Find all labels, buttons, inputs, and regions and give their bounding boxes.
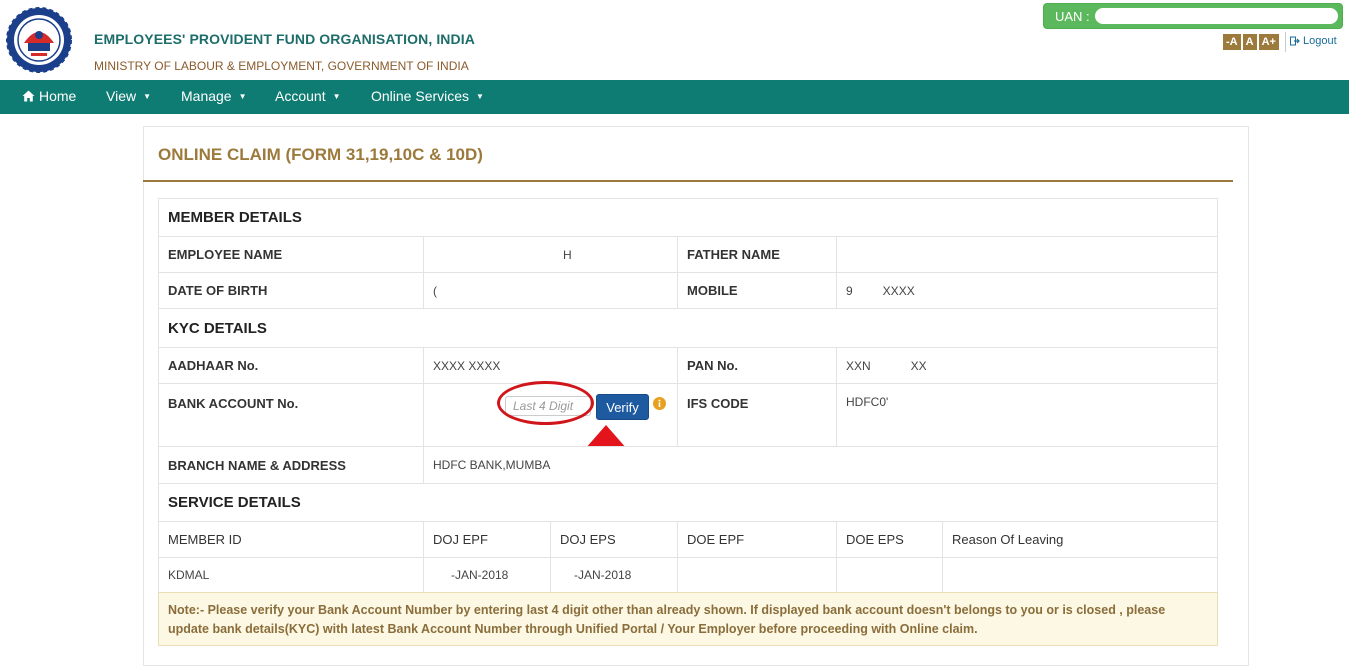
bank-account-last4-input[interactable] xyxy=(505,396,591,416)
row-reason-of-leaving xyxy=(942,557,1218,593)
chevron-down-icon: ▼ xyxy=(238,91,247,101)
col-doj-eps: DOJ EPS xyxy=(550,521,678,558)
ifs-code-label: IFS CODE xyxy=(677,383,837,447)
nav-online-services-label: Online Services xyxy=(371,88,470,104)
logout-link[interactable]: Logout xyxy=(1290,35,1337,47)
dob-value: ( xyxy=(423,272,678,309)
col-doj-epf: DOJ EPF xyxy=(423,521,551,558)
home-icon xyxy=(22,90,35,102)
divider xyxy=(1285,32,1286,52)
employee-name-label: EMPLOYEE NAME xyxy=(158,236,424,273)
aadhaar-label: AADHAAR No. xyxy=(158,347,424,384)
row-doe-eps xyxy=(836,557,943,593)
nav-online-services[interactable]: Online Services ▼ xyxy=(371,88,484,104)
uan-badge: UAN : xyxy=(1043,3,1343,29)
row-doj-epf: -JAN-2018 xyxy=(423,557,551,593)
nav-account[interactable]: Account ▼ xyxy=(275,88,341,104)
pan-value: XXN XX xyxy=(836,347,1218,384)
kyc-details-heading: KYC DETAILS xyxy=(158,308,1218,348)
dob-label: DATE OF BIRTH xyxy=(158,272,424,309)
org-title: EMPLOYEES' PROVIDENT FUND ORGANISATION, … xyxy=(94,31,475,47)
nav-manage[interactable]: Manage ▼ xyxy=(181,88,247,104)
col-doe-epf: DOE EPF xyxy=(677,521,837,558)
org-subtitle: MINISTRY OF LABOUR & EMPLOYMENT, GOVERNM… xyxy=(94,59,469,73)
font-size-controls: -A A A+ xyxy=(1223,34,1279,50)
mobile-value: 9 XXXX xyxy=(836,272,1218,309)
mobile-label: MOBILE xyxy=(677,272,837,309)
service-details-heading: SERVICE DETAILS xyxy=(158,483,1218,522)
aadhaar-value: XXXX XXXX xyxy=(423,347,678,384)
verify-button[interactable]: Verify xyxy=(596,394,649,420)
info-icon[interactable] xyxy=(653,397,666,410)
font-normal-button[interactable]: A xyxy=(1242,34,1257,50)
nav-home[interactable]: Home xyxy=(22,88,76,104)
logout-label: Logout xyxy=(1303,35,1337,47)
col-member-id: MEMBER ID xyxy=(158,521,424,558)
row-doj-eps: -JAN-2018 xyxy=(550,557,678,593)
font-decrease-button[interactable]: -A xyxy=(1223,34,1241,50)
font-increase-button[interactable]: A+ xyxy=(1258,34,1279,50)
row-doe-epf xyxy=(677,557,837,593)
title-divider xyxy=(143,180,1233,182)
uan-value-redacted xyxy=(1095,8,1338,24)
row-member-id: KDMAL xyxy=(158,557,424,593)
pan-label: PAN No. xyxy=(677,347,837,384)
nav-view-label: View xyxy=(106,88,137,104)
employee-name-value: H xyxy=(423,236,678,273)
epfo-logo xyxy=(6,7,72,73)
nav-view[interactable]: View ▼ xyxy=(106,88,151,104)
father-name-value xyxy=(836,236,1218,273)
main-navbar: Home View ▼ Manage ▼ Account ▼ Online Se… xyxy=(0,80,1349,114)
branch-label: BRANCH NAME & ADDRESS xyxy=(158,446,424,484)
branch-value: HDFC BANK,MUMBA xyxy=(423,446,1218,484)
nav-manage-label: Manage xyxy=(181,88,232,104)
col-reason-of-leaving: Reason Of Leaving xyxy=(942,521,1218,558)
ifs-code-value: HDFC0' xyxy=(836,383,1218,447)
member-details-heading: MEMBER DETAILS xyxy=(158,198,1218,237)
page-title: ONLINE CLAIM (FORM 31,19,10C & 10D) xyxy=(158,145,483,164)
chevron-down-icon: ▼ xyxy=(332,91,341,101)
header: EMPLOYEES' PROVIDENT FUND ORGANISATION, … xyxy=(0,0,1349,80)
chevron-down-icon: ▼ xyxy=(476,91,484,101)
chevron-down-icon: ▼ xyxy=(143,91,152,101)
nav-home-label: Home xyxy=(39,88,77,104)
logout-icon xyxy=(1290,36,1300,46)
col-doe-eps: DOE EPS xyxy=(836,521,943,558)
nav-account-label: Account xyxy=(275,88,326,104)
uan-label: UAN : xyxy=(1055,9,1090,24)
bank-account-label: BANK ACCOUNT No. xyxy=(158,383,424,447)
verification-note: Note:- Please verify your Bank Account N… xyxy=(158,592,1218,646)
father-name-label: FATHER NAME xyxy=(677,236,837,273)
